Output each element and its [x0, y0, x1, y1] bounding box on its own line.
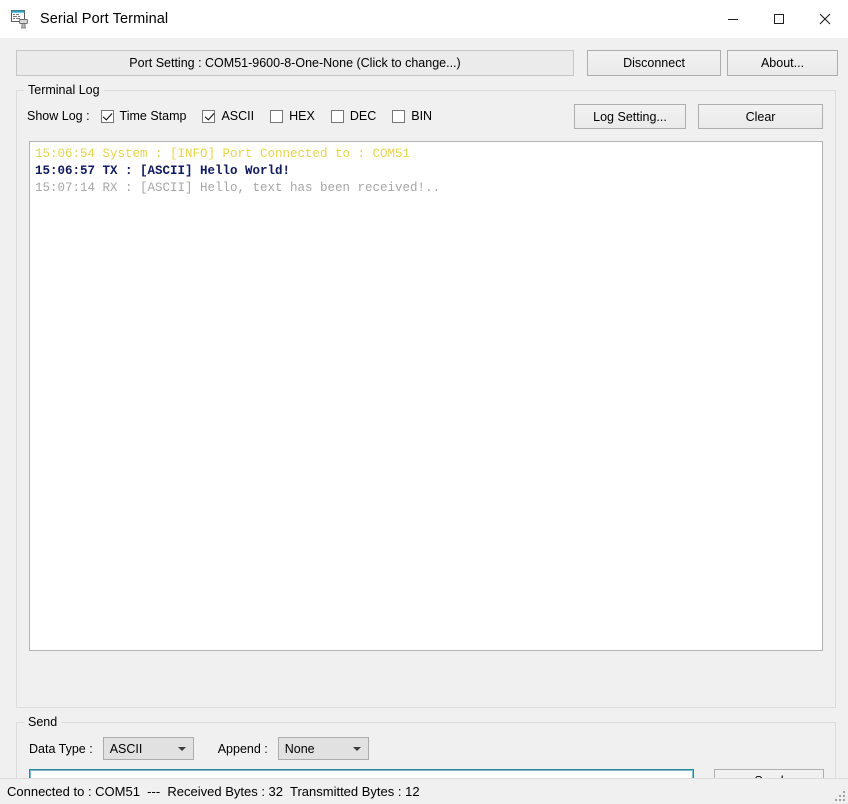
append-label: Append :	[217, 741, 268, 756]
maximize-button[interactable]	[756, 0, 802, 38]
disconnect-label: Disconnect	[623, 56, 685, 70]
terminal-log-group: Terminal Log Show Log : Time Stamp ASCII…	[16, 83, 836, 708]
minimize-icon	[728, 19, 738, 20]
hex-checkbox-box[interactable]	[270, 109, 284, 123]
port-setting-button[interactable]: Port Setting : COM51-9600-8-One-None (Cl…	[16, 50, 574, 76]
terminal-log-view[interactable]: 15:06:54 System : [INFO] Port Connected …	[29, 141, 823, 651]
checkbox-time-stamp-label: Time Stamp	[119, 109, 187, 123]
status-text: Connected to : COM51 --- Received Bytes …	[7, 784, 420, 799]
bin-checkbox-box[interactable]	[392, 109, 406, 123]
data-type-label: Data Type :	[29, 741, 93, 756]
maximize-icon	[774, 14, 784, 24]
window-title: Serial Port Terminal	[40, 11, 169, 27]
checkbox-dec-label: DEC	[349, 109, 377, 123]
log-setting-label: Log Setting...	[593, 109, 667, 124]
send-group-title: Send	[24, 715, 62, 729]
append-combo[interactable]: None	[277, 737, 369, 760]
data-type-combo[interactable]: ASCII	[102, 737, 194, 760]
show-log-row: Show Log : Time Stamp ASCII HEX DEC BIN	[27, 105, 448, 127]
about-button[interactable]: About...	[727, 50, 838, 76]
show-log-label: Show Log :	[27, 109, 90, 123]
close-icon	[819, 13, 831, 25]
clear-button[interactable]: Clear	[698, 104, 823, 129]
top-toolbar: Port Setting : COM51-9600-8-One-None (Cl…	[16, 50, 838, 76]
log-setting-button[interactable]: Log Setting...	[574, 104, 686, 129]
serial-terminal-icon	[10, 8, 32, 30]
dec-checkbox-box[interactable]	[330, 109, 344, 123]
chevron-down-icon	[177, 746, 186, 751]
resize-grip[interactable]	[831, 787, 845, 801]
chevron-down-icon	[352, 746, 361, 751]
checkbox-time-stamp[interactable]: Time Stamp	[100, 109, 187, 123]
checkbox-hex-label: HEX	[289, 109, 315, 123]
append-value: None	[284, 741, 315, 756]
about-label: About...	[760, 56, 805, 70]
data-type-value: ASCII	[109, 741, 143, 756]
checkbox-bin-label: BIN	[411, 109, 433, 123]
terminal-log-line: 15:07:14 RX : [ASCII] Hello, text has be…	[35, 181, 441, 195]
checkbox-ascii[interactable]: ASCII	[202, 109, 254, 123]
terminal-log-line: 15:06:54 System : [INFO] Port Connected …	[35, 147, 411, 161]
port-setting-label: Port Setting : COM51-9600-8-One-None (Cl…	[129, 56, 461, 70]
checkbox-dec[interactable]: DEC	[330, 109, 377, 123]
clear-label: Clear	[745, 109, 776, 124]
checkbox-ascii-label: ASCII	[221, 109, 255, 123]
close-button[interactable]	[802, 0, 848, 38]
checkbox-hex[interactable]: HEX	[270, 109, 315, 123]
terminal-log-line: 15:06:57 TX : [ASCII] Hello World!	[35, 164, 291, 178]
ascii-checkbox-box[interactable]	[202, 109, 216, 123]
client-area: Port Setting : COM51-9600-8-One-None (Cl…	[0, 38, 848, 802]
terminal-log-group-title: Terminal Log	[24, 83, 104, 97]
title-bar[interactable]: Serial Port Terminal	[0, 0, 848, 39]
status-bar: Connected to : COM51 --- Received Bytes …	[0, 778, 848, 804]
send-options-row: Data Type : ASCII Append : None	[29, 737, 369, 760]
checkbox-bin[interactable]: BIN	[392, 109, 432, 123]
disconnect-button[interactable]: Disconnect	[587, 50, 721, 76]
window-controls	[710, 0, 848, 38]
time-stamp-checkbox-box[interactable]	[100, 109, 114, 123]
minimize-button[interactable]	[710, 0, 756, 38]
